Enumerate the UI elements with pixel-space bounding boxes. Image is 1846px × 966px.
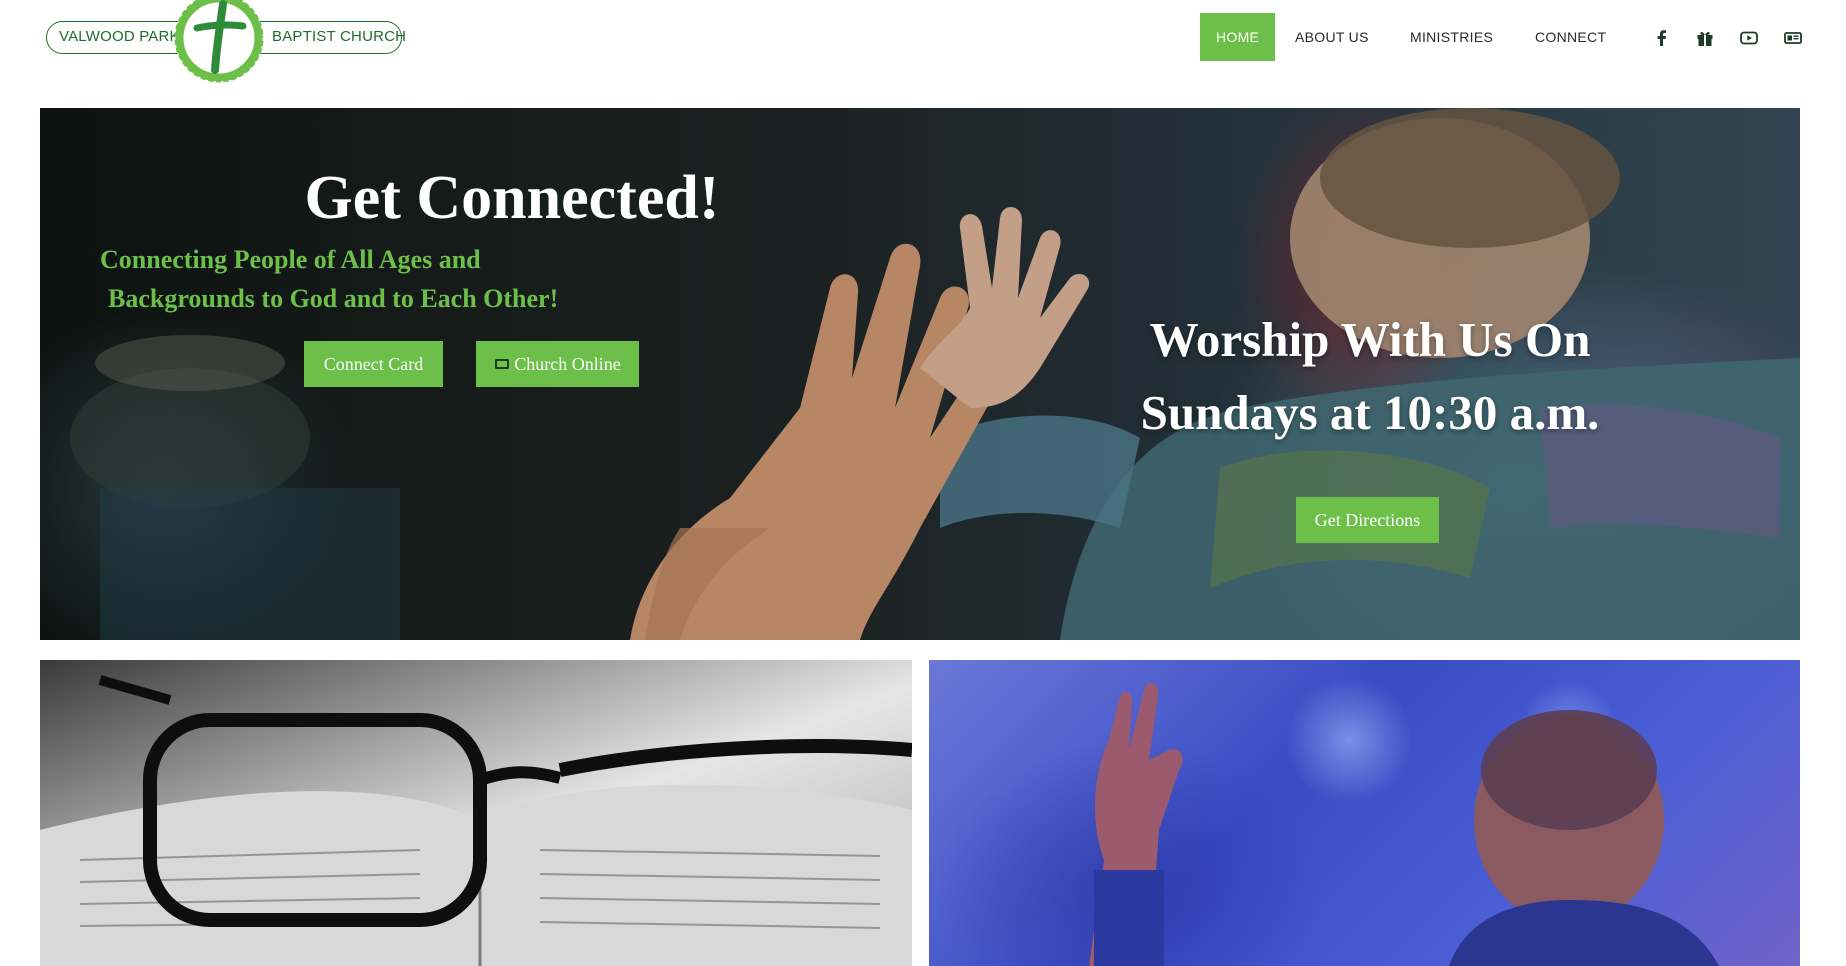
worship-times: Worship With Us On Sundays at 10:30 a.m. bbox=[1120, 303, 1620, 449]
church-online-label: Church Online bbox=[514, 354, 621, 374]
youtube-icon[interactable] bbox=[1739, 28, 1759, 48]
logo-left-text: VALWOOD PARK bbox=[59, 28, 180, 45]
news-icon[interactable] bbox=[1783, 28, 1803, 48]
gift-icon[interactable] bbox=[1695, 28, 1715, 48]
worship-hand-raised-image bbox=[929, 660, 1800, 966]
bible-glasses-image bbox=[40, 660, 912, 966]
hero-banner: Get Connected! Connecting People of All … bbox=[40, 108, 1800, 640]
bible-glasses-art bbox=[40, 675, 912, 966]
nav-connect[interactable]: CONNECT bbox=[1535, 13, 1606, 61]
nav-ministries[interactable]: MINISTRIES bbox=[1410, 13, 1493, 61]
logo-cross-emblem bbox=[174, 0, 264, 83]
get-directions-button[interactable]: Get Directions bbox=[1296, 497, 1439, 543]
logo-right-text: BAPTIST CHURCH bbox=[272, 28, 407, 45]
tv-icon bbox=[495, 359, 510, 370]
church-online-button[interactable]: Church Online bbox=[476, 341, 639, 387]
facebook-icon[interactable] bbox=[1652, 28, 1672, 48]
worship-line1: Worship With Us On bbox=[1149, 312, 1591, 367]
worship-hand-art bbox=[1089, 682, 1719, 966]
nav-about-us[interactable]: ABOUT US bbox=[1295, 13, 1369, 61]
hero-subtitle: Connecting People of All Ages and Backgr… bbox=[100, 240, 620, 318]
worship-line2: Sundays at 10:30 a.m. bbox=[1140, 385, 1600, 440]
church-logo[interactable]: VALWOOD PARK BAPTIST CHURCH bbox=[40, 0, 440, 84]
hero-title: Get Connected! bbox=[304, 164, 720, 232]
hero-subtitle-line2: Backgrounds to God and to Each Other! bbox=[108, 284, 559, 313]
hero-subtitle-line1: Connecting People of All Ages and bbox=[100, 245, 481, 274]
nav-home[interactable]: HOME bbox=[1200, 13, 1276, 61]
connect-card-button[interactable]: Connect Card bbox=[304, 341, 443, 387]
